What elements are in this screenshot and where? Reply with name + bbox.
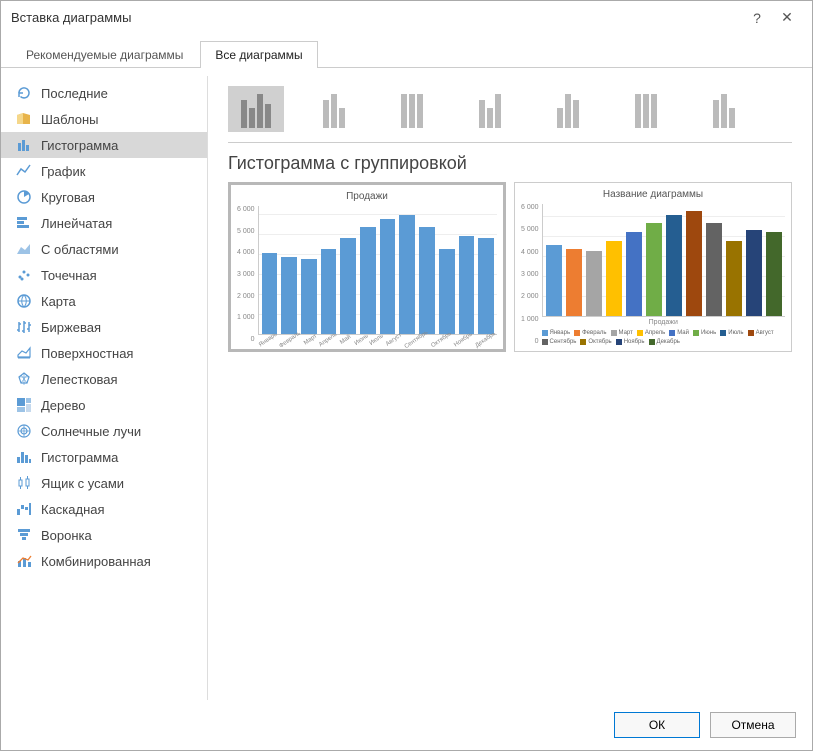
templates-icon [13, 111, 35, 127]
sidebar-item-label: Комбинированная [41, 554, 151, 569]
sidebar-item-label: Гистограмма [41, 138, 118, 153]
sidebar-item-line[interactable]: График [1, 158, 207, 184]
preview-1-plot: 6 0005 0004 0003 0002 0001 0000 ЯнварьФе… [237, 206, 497, 343]
box-icon [13, 475, 35, 491]
tab-bar: Рекомендуемые диаграммы Все диаграммы [1, 40, 812, 68]
sidebar-item-label: Каскадная [41, 502, 105, 517]
area-icon [13, 241, 35, 257]
sidebar-item-label: Шаблоны [41, 112, 99, 127]
recent-icon [13, 85, 35, 101]
sidebar-item-funnel[interactable]: Воронка [1, 522, 207, 548]
sidebar-item-box[interactable]: Ящик с усами [1, 470, 207, 496]
ok-button[interactable]: ОК [614, 712, 700, 738]
preview-2-title: Название диаграммы [521, 189, 785, 200]
preview-2-plot: 6 0005 0004 0003 0002 0001 0000 Продажи … [521, 204, 785, 345]
sidebar-item-radar[interactable]: Лепестковая [1, 366, 207, 392]
preview-1-title: Продажи [237, 191, 497, 202]
preview-1[interactable]: Продажи 6 0005 0004 0003 0002 0001 0000 … [228, 182, 506, 352]
sidebar-item-label: Точечная [41, 268, 97, 283]
sidebar-item-label: Линейчатая [41, 216, 112, 231]
chart-previews: Продажи 6 0005 0004 0003 0002 0001 0000 … [228, 182, 792, 352]
cancel-button[interactable]: Отмена [710, 712, 796, 738]
chart-type-sidebar: Последние Шаблоны Гистограмма График Кругова… [1, 76, 208, 700]
sidebar-item-label: Ящик с усами [41, 476, 124, 491]
sidebar-item-scatter[interactable]: Точечная [1, 262, 207, 288]
sidebar-item-label: Биржевая [41, 320, 101, 335]
sidebar-item-sunburst[interactable]: Солнечные лучи [1, 418, 207, 444]
surface-icon [13, 345, 35, 361]
insert-chart-dialog: Вставка диаграммы ? ✕ Рекомендуемые диаг… [0, 0, 813, 751]
close-button[interactable]: ✕ [772, 9, 802, 26]
subtype-stacked-column[interactable] [306, 86, 362, 132]
sidebar-item-label: Дерево [41, 398, 85, 413]
main-panel: Гистограмма с группировкой Продажи 6 000… [208, 76, 812, 700]
preview-2[interactable]: Название диаграммы 6 0005 0004 0003 0002… [514, 182, 792, 352]
sidebar-item-label: Лепестковая [41, 372, 118, 387]
sidebar-item-tree[interactable]: Дерево [1, 392, 207, 418]
sidebar-item-map[interactable]: Карта [1, 288, 207, 314]
tree-icon [13, 397, 35, 413]
subtype-title: Гистограмма с группировкой [228, 153, 792, 174]
sidebar-item-area[interactable]: С областями [1, 236, 207, 262]
sidebar-item-recent[interactable]: Последние [1, 80, 207, 106]
pie-icon [13, 189, 35, 205]
subtype-3d-stacked[interactable] [540, 86, 596, 132]
subtype-3d-100-stacked[interactable] [618, 86, 674, 132]
stock-icon [13, 319, 35, 335]
sidebar-item-label: Круговая [41, 190, 95, 205]
chart-subtypes [228, 86, 792, 143]
preview-2-xlabel: Продажи [542, 317, 785, 326]
line-icon [13, 163, 35, 179]
sidebar-item-histogram[interactable]: Гистограмма [1, 444, 207, 470]
funnel-icon [13, 527, 35, 543]
bar-icon [13, 215, 35, 231]
map-icon [13, 293, 35, 309]
combo-icon [13, 553, 35, 569]
sidebar-item-templates[interactable]: Шаблоны [1, 106, 207, 132]
sidebar-item-stock[interactable]: Биржевая [1, 314, 207, 340]
sidebar-item-label: С областями [41, 242, 119, 257]
sidebar-item-label: Последние [41, 86, 108, 101]
dialog-footer: ОК Отмена [1, 700, 812, 750]
sidebar-item-label: Воронка [41, 528, 92, 543]
histogram-icon [13, 449, 35, 465]
sidebar-item-column[interactable]: Гистограмма [1, 132, 207, 158]
subtype-100-stacked-column[interactable] [384, 86, 440, 132]
subtype-clustered-column[interactable] [228, 86, 284, 132]
radar-icon [13, 371, 35, 387]
waterfall-icon [13, 501, 35, 517]
sidebar-item-surface[interactable]: Поверхностная [1, 340, 207, 366]
sidebar-item-waterfall[interactable]: Каскадная [1, 496, 207, 522]
help-button[interactable]: ? [742, 10, 772, 26]
column-icon [13, 137, 35, 153]
subtype-3d-clustered[interactable] [462, 86, 518, 132]
sidebar-item-bar[interactable]: Линейчатая [1, 210, 207, 236]
sidebar-item-combo[interactable]: Комбинированная [1, 548, 207, 574]
scatter-icon [13, 267, 35, 283]
sidebar-item-label: Поверхностная [41, 346, 133, 361]
tab-all[interactable]: Все диаграммы [200, 41, 317, 68]
sidebar-item-pie[interactable]: Круговая [1, 184, 207, 210]
sidebar-item-label: Солнечные лучи [41, 424, 141, 439]
dialog-title: Вставка диаграммы [11, 10, 742, 25]
tab-recommended[interactable]: Рекомендуемые диаграммы [11, 41, 198, 68]
titlebar: Вставка диаграммы ? ✕ [1, 1, 812, 34]
sidebar-item-label: График [41, 164, 85, 179]
subtype-3d-column[interactable] [696, 86, 752, 132]
sidebar-item-label: Гистограмма [41, 450, 118, 465]
sunburst-icon [13, 423, 35, 439]
dialog-body: Последние Шаблоны Гистограмма График Кругова… [1, 68, 812, 700]
sidebar-item-label: Карта [41, 294, 76, 309]
